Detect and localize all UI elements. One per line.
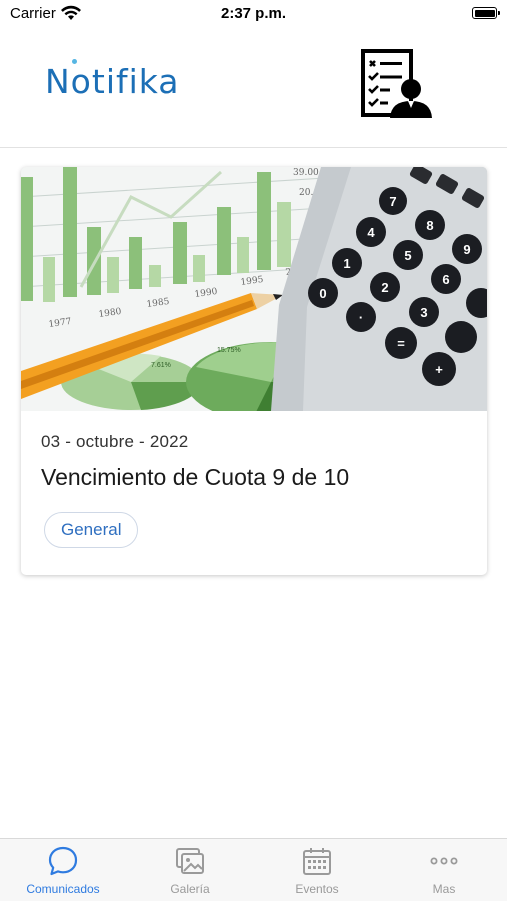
- report-checklist-icon[interactable]: [360, 48, 434, 120]
- status-bar: Carrier 2:37 p.m.: [0, 0, 507, 28]
- svg-text:2: 2: [381, 280, 388, 295]
- notice-card[interactable]: 1977 1980 1985 1990 1995 2000 39.00 20.6…: [21, 167, 487, 575]
- svg-text:15.75%: 15.75%: [217, 347, 241, 354]
- svg-text:=: =: [397, 336, 405, 351]
- more-icon: [430, 857, 458, 865]
- battery-icon: [472, 7, 500, 19]
- svg-text:3: 3: [420, 305, 427, 320]
- logo-text: Notifika: [45, 62, 180, 101]
- svg-text:4: 4: [367, 225, 375, 240]
- tab-label-mas: Mas: [432, 882, 456, 896]
- svg-text:6: 6: [442, 272, 449, 287]
- svg-text:0: 0: [319, 286, 326, 301]
- app-logo: Notifika: [45, 59, 180, 122]
- finance-calculator-chart-photo: 1977 1980 1985 1990 1995 2000 39.00 20.6…: [21, 167, 487, 411]
- app-header: Notifika: [0, 28, 507, 148]
- tab-comunicados[interactable]: Comunicados: [0, 839, 126, 901]
- svg-text:+: +: [435, 362, 443, 377]
- notice-title: Vencimiento de Cuota 9 de 10: [41, 464, 350, 490]
- tab-eventos[interactable]: Eventos: [254, 839, 380, 901]
- svg-text:·: ·: [359, 310, 363, 325]
- chat-bubble-icon: [48, 846, 78, 876]
- notice-date: 03 - octubre - 2022: [41, 432, 189, 451]
- logo-dot: [72, 59, 77, 64]
- svg-text:9: 9: [463, 242, 470, 257]
- tab-label-eventos: Eventos: [295, 882, 339, 896]
- svg-text:1: 1: [343, 256, 350, 271]
- gallery-icon: [176, 848, 204, 874]
- svg-text:7.61%: 7.61%: [151, 362, 171, 369]
- clock: 2:37 p.m.: [220, 5, 287, 22]
- category-chip[interactable]: General: [44, 512, 139, 548]
- tab-galeria[interactable]: Galería: [127, 839, 253, 901]
- tab-label-comunicados: Comunicados: [26, 882, 100, 896]
- svg-text:39.00: 39.00: [293, 168, 319, 178]
- svg-text:7: 7: [389, 194, 396, 209]
- svg-text:5: 5: [404, 248, 411, 263]
- tab-bar: Comunicados Galería Eventos Mas: [0, 838, 507, 901]
- tab-mas[interactable]: Mas: [381, 839, 507, 901]
- tab-label-galeria: Galería: [170, 882, 210, 896]
- calendar-icon: [303, 848, 331, 875]
- svg-text:8: 8: [426, 218, 433, 233]
